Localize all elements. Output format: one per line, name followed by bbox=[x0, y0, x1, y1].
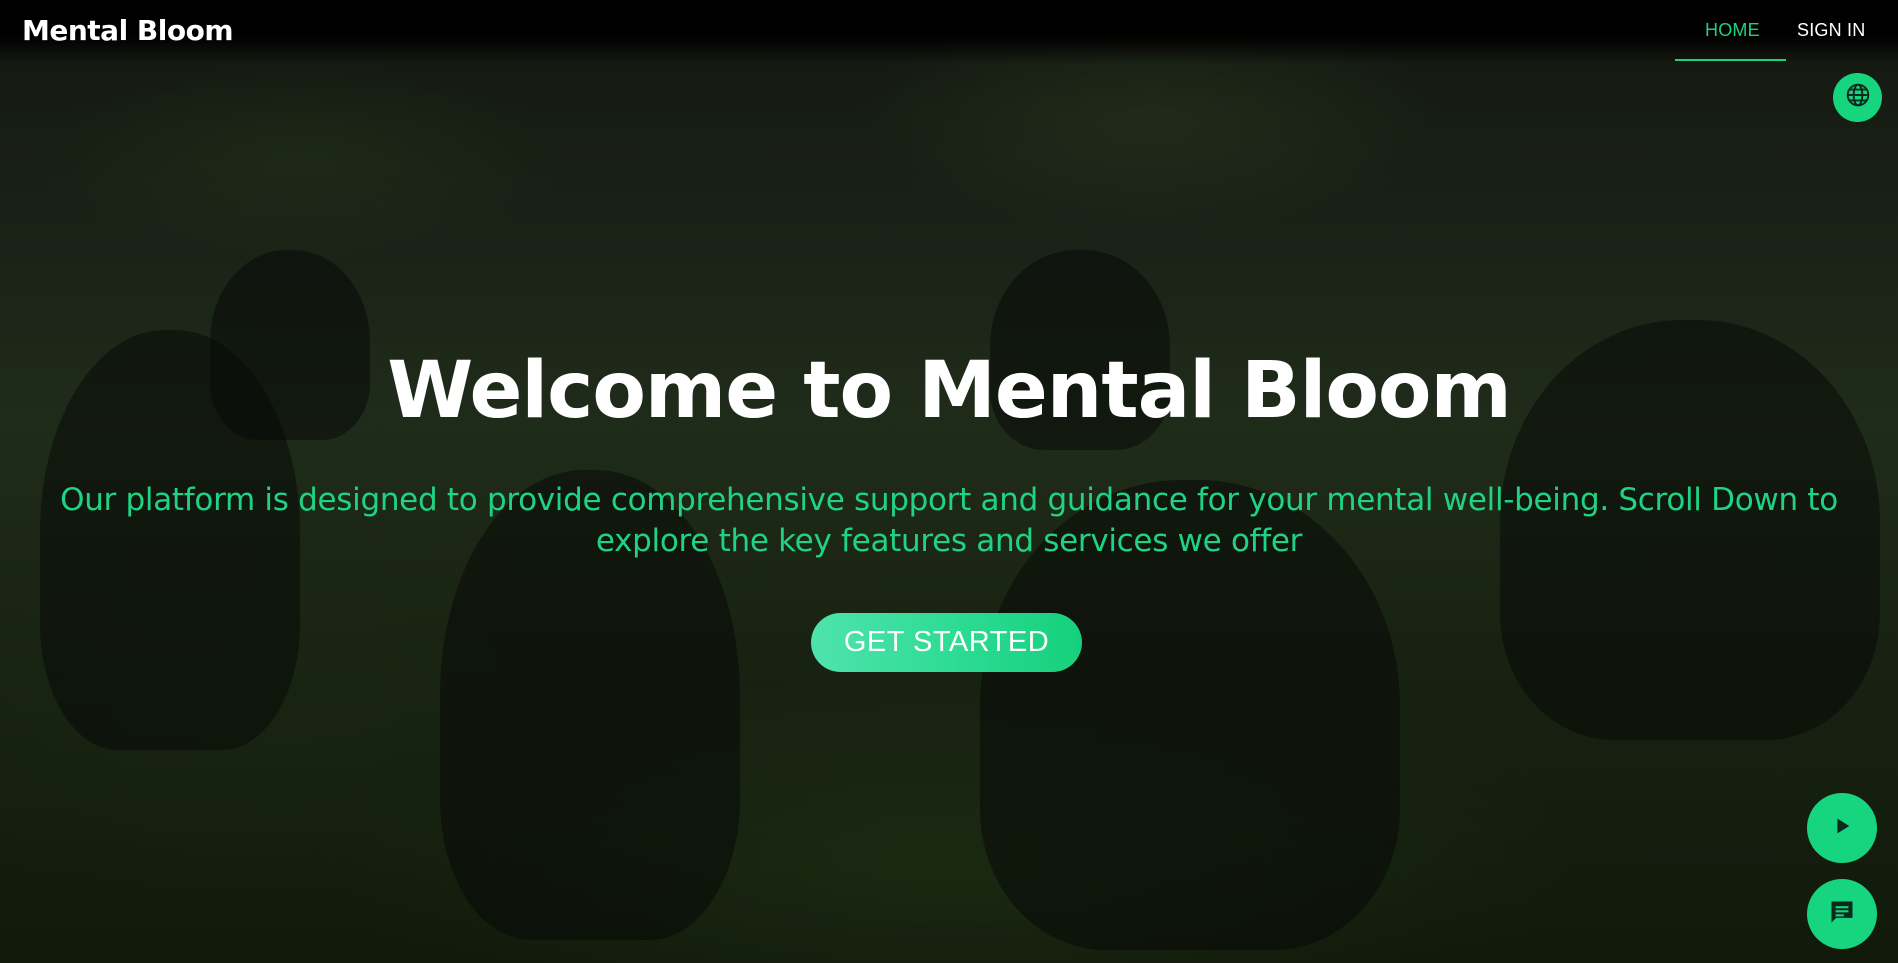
language-button[interactable] bbox=[1833, 73, 1882, 122]
chat-button[interactable] bbox=[1807, 879, 1877, 949]
brand-logo[interactable]: Mental Bloom bbox=[22, 14, 234, 47]
play-icon bbox=[1831, 815, 1853, 842]
play-button[interactable] bbox=[1807, 793, 1877, 863]
globe-icon bbox=[1845, 82, 1871, 113]
hero-subtitle: Our platform is designed to provide comp… bbox=[60, 482, 1838, 559]
nav-sign-in-link[interactable]: SIGN IN bbox=[1797, 20, 1865, 41]
hero-title: Welcome to Mental Bloom bbox=[387, 346, 1512, 436]
get-started-button[interactable]: GET STARTED bbox=[811, 613, 1082, 672]
chat-icon bbox=[1828, 898, 1856, 931]
nav-active-indicator bbox=[1675, 59, 1786, 61]
nav-home-link[interactable]: HOME bbox=[1705, 20, 1760, 41]
top-navbar: Mental Bloom HOME SIGN IN bbox=[0, 0, 1898, 64]
